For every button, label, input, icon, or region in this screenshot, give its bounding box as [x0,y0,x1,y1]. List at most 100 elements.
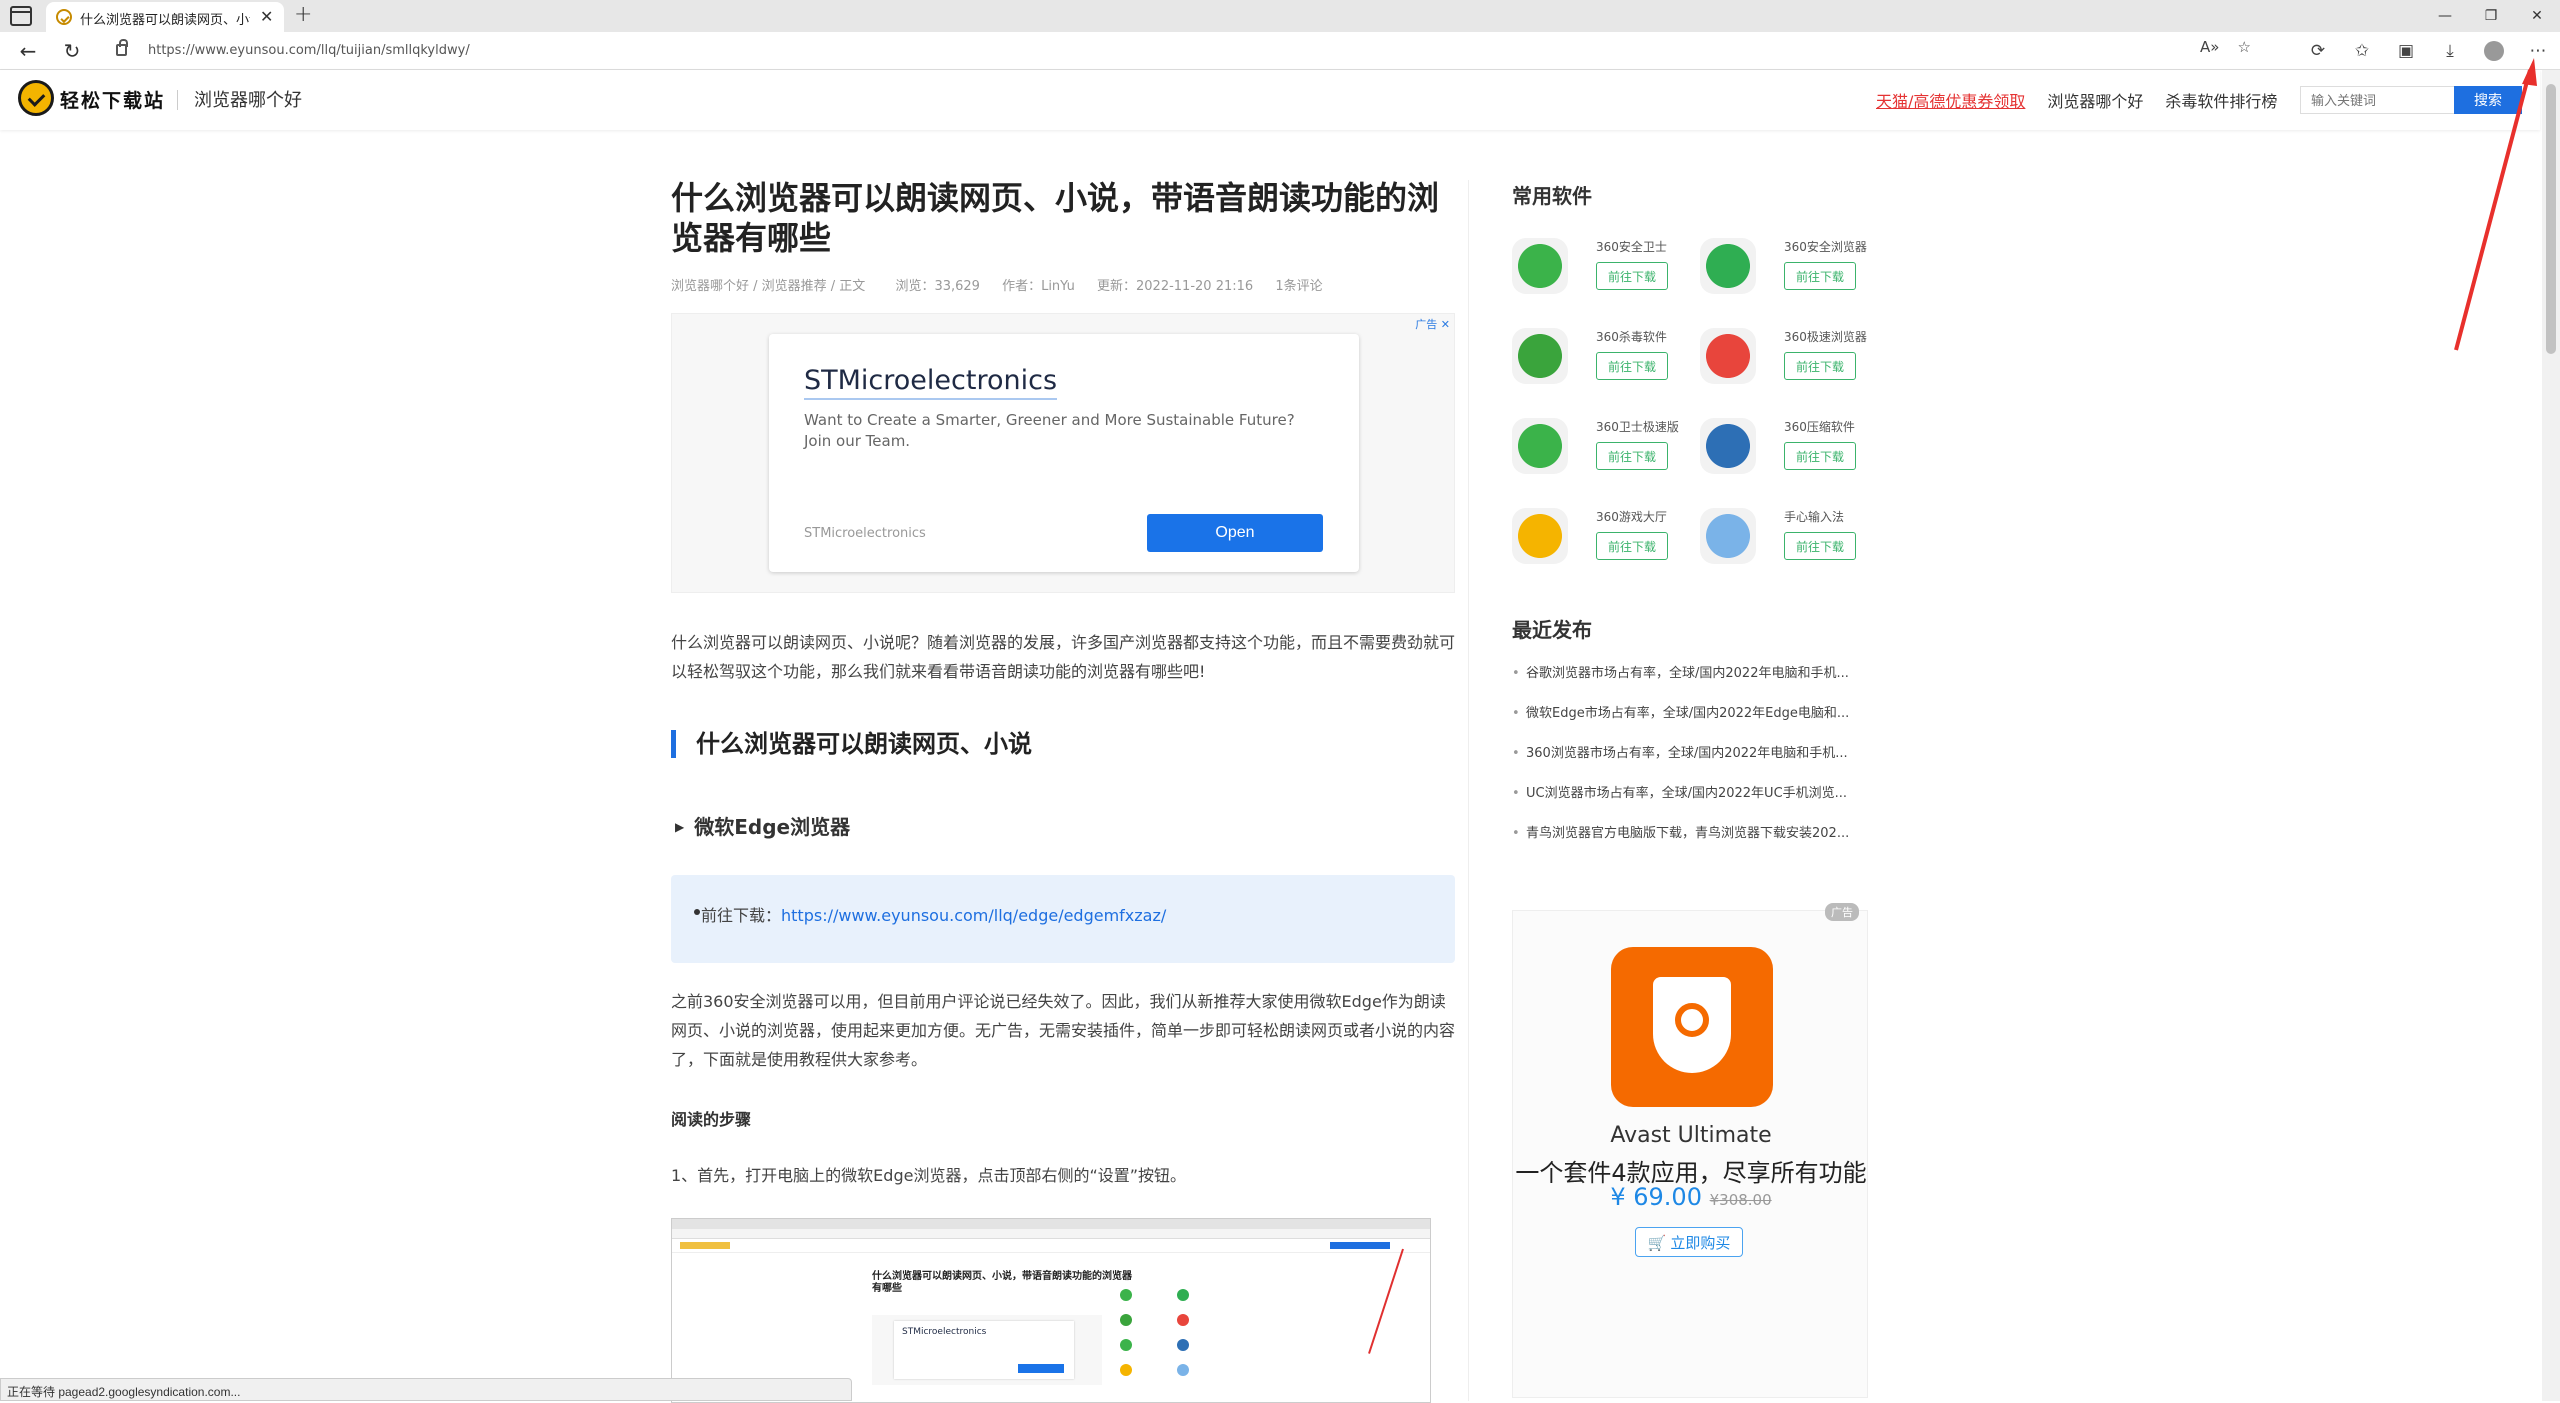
tutorial-screenshot: 什么浏览器可以朗读网页、小说，带语音朗读功能的浏览器有哪些 STMicroele… [671,1218,1431,1403]
ad-brand[interactable]: STMicroelectronics [804,364,1058,400]
360-game-icon[interactable] [1512,508,1568,564]
360-antivirus-icon[interactable] [1512,328,1568,384]
download-label: 前往下载： [701,906,782,925]
recent-posts-list: 谷歌浏览器市场占有率，全球/国内2022年电脑和手机... 微软Edge市场占有… [1512,664,1872,864]
download-button[interactable]: 前往下载 [1596,352,1668,380]
subsection-heading: ▶ 微软Edge浏览器 [675,811,850,840]
download-button[interactable]: 前往下载 [1596,262,1668,290]
list-item[interactable]: 谷歌浏览器市场占有率，全球/国内2022年电脑和手机... [1512,664,1872,704]
software-item: 360卫士极速版 前往下载 [1512,410,1692,480]
thumb-title: 什么浏览器可以朗读网页、小说，带语音朗读功能的浏览器有哪些 [872,1271,1132,1294]
download-link[interactable]: https://www.eyunsou.com/llq/edge/edgemfx… [781,906,1166,925]
360-browser-icon[interactable] [1700,238,1756,294]
profile-icon[interactable] [2484,41,2504,61]
360-safe-lite-icon[interactable] [1512,418,1568,474]
nav-antivirus-link[interactable]: 杀毒软件排行榜 [2165,88,2277,112]
restore-icon[interactable]: ❐ [2468,0,2514,32]
subsection-heading-text: 微软Edge浏览器 [694,815,851,839]
bullet-icon [694,909,700,915]
avast-logo-icon[interactable] [1611,947,1773,1107]
download-note-text: 前往下载：https://www.eyunsou.com/llq/edge/ed… [701,902,1166,926]
download-button[interactable]: 前往下载 [1784,262,1856,290]
site-logo-text[interactable]: 轻松下载站 [60,86,165,113]
downloads-icon[interactable]: ⤓ [2428,32,2472,70]
extensions-icon[interactable]: ⟳ [2296,32,2340,70]
ad-choices-icon[interactable]: 广告 ✕ [1415,316,1450,332]
updated-date: 更新：2022-11-20 21:16 [1097,279,1254,294]
tab-close-icon[interactable]: ✕ [260,7,273,26]
sidebar-divider [1468,180,1469,1401]
avast-ad[interactable]: 广告 Avast Ultimate 一个套件4款应用，尽享所有功能 ¥ 69.0… [1512,903,1868,1398]
favorite-add-icon[interactable]: ☆ [2237,38,2250,56]
read-aloud-icon[interactable]: A» [2200,38,2219,56]
nav-coupon-link[interactable]: 天猫/高德优惠券领取 [1876,88,2025,112]
breadcrumb[interactable]: 浏览器哪个好 / 浏览器推荐 / 正文 [671,279,865,294]
360-zip-icon[interactable] [1700,418,1756,474]
software-item: 手心输入法 前往下载 [1700,500,1880,570]
lock-icon[interactable] [116,39,128,56]
ad-description: Want to Create a Smarter, Greener and Mo… [804,411,1295,450]
settings-more-icon[interactable]: ⋯ [2516,32,2560,70]
steps-heading: 阅读的步骤 [671,1110,752,1129]
cart-icon: 🛒 [1647,1234,1667,1252]
download-button[interactable]: 前往下载 [1596,442,1668,470]
list-item[interactable]: 青鸟浏览器官方电脑版下载，青鸟浏览器下载安装202... [1512,824,1872,864]
thumb-ad-brand: STMicroelectronics [902,1327,987,1337]
download-button[interactable]: 前往下载 [1784,442,1856,470]
url-field[interactable]: https://www.eyunsou.com/llq/tuijian/smll… [100,36,2240,66]
display-ad: 广告 ✕ STMicroelectronics Want to Create a… [671,313,1455,593]
body-paragraph: 之前360安全浏览器可以用，但目前用户评论说已经失效了。因此，我们从新推荐大家使… [671,992,1456,1069]
browser-toolbar: ⟳ ✩ ▣ ⤓ ⋯ [2296,32,2560,70]
search-button[interactable]: 搜索 [2454,86,2522,114]
ad-card[interactable]: STMicroelectronics Want to Create a Smar… [769,334,1359,572]
software-item: 360杀毒软件 前往下载 [1512,320,1692,390]
triangle-bullet-icon: ▶ [675,820,685,834]
section-heading: 什么浏览器可以朗读网页、小说 [671,730,1032,758]
software-item: 360压缩软件 前往下载 [1700,410,1880,480]
url-actions: A» ☆ [2200,32,2251,62]
360-speed-browser-icon[interactable] [1700,328,1756,384]
software-item: 360游戏大厅 前往下载 [1512,500,1692,570]
scrollbar-thumb[interactable] [2546,84,2556,354]
360-safe-icon[interactable] [1512,238,1568,294]
avast-price: ¥ 69.00 ¥308.00 [1610,1183,1772,1211]
minimize-icon[interactable]: — [2422,0,2468,32]
list-item[interactable]: 微软Edge市场占有率，全球/国内2022年Edge电脑和... [1512,704,1872,744]
status-bar: 正在等待 pagead2.googlesyndication.com... [0,1378,852,1401]
address-bar: ← ↻ https://www.eyunsou.com/llq/tuijian/… [0,32,2560,70]
nav-browser-link[interactable]: 浏览器哪个好 [2047,88,2143,112]
page-scrollbar[interactable] [2542,70,2560,1401]
ad-open-button[interactable]: Open [1147,514,1323,552]
step-1-text: 1、首先，打开电脑上的微软Edge浏览器，点击顶部右侧的“设置”按钮。 [671,1166,1187,1185]
avast-product-name: Avast Ultimate [1610,1123,1772,1148]
software-item: 360安全浏览器 前往下载 [1700,230,1880,300]
header-divider [177,90,178,110]
search-input[interactable] [2300,86,2454,114]
favorites-icon[interactable]: ✩ [2340,32,2384,70]
software-item: 360安全卫士 前往下载 [1512,230,1692,300]
site-favicon-icon [56,9,72,25]
list-item[interactable]: UC浏览器市场占有率，全球/国内2022年UC手机浏览... [1512,784,1872,824]
input-method-icon[interactable] [1700,508,1756,564]
tab-actions-icon[interactable] [10,6,32,26]
download-button[interactable]: 前往下载 [1784,532,1856,560]
article-title: 什么浏览器可以朗读网页、小说，带语音朗读功能的浏览器有哪些 [671,179,1440,257]
collections-icon[interactable]: ▣ [2384,32,2428,70]
download-note: 前往下载：https://www.eyunsou.com/llq/edge/ed… [671,875,1455,963]
download-button[interactable]: 前往下载 [1784,352,1856,380]
buy-now-button[interactable]: 🛒 立即购买 [1635,1227,1743,1257]
site-section-name[interactable]: 浏览器哪个好 [194,86,302,112]
new-tab-icon[interactable]: + [294,2,312,27]
tab-bar: 什么浏览器可以朗读网页、小说 ✕ + — ❐ ✕ [0,0,2560,32]
list-item[interactable]: 360浏览器市场占有率，全球/国内2022年电脑和手机... [1512,744,1872,784]
common-software-title: 常用软件 [1512,184,1592,208]
site-logo-icon[interactable] [18,80,54,116]
download-button[interactable]: 前往下载 [1596,532,1668,560]
refresh-icon[interactable]: ↻ [58,37,86,65]
author: 作者：LinYu [1002,279,1075,294]
window-close-icon[interactable]: ✕ [2514,0,2560,32]
browser-tab-active[interactable]: 什么浏览器可以朗读网页、小说 ✕ [46,2,284,32]
back-icon[interactable]: ← [14,37,42,65]
tab-title: 什么浏览器可以朗读网页、小说 [80,13,250,28]
comment-count[interactable]: 1条评论 [1275,279,1322,294]
